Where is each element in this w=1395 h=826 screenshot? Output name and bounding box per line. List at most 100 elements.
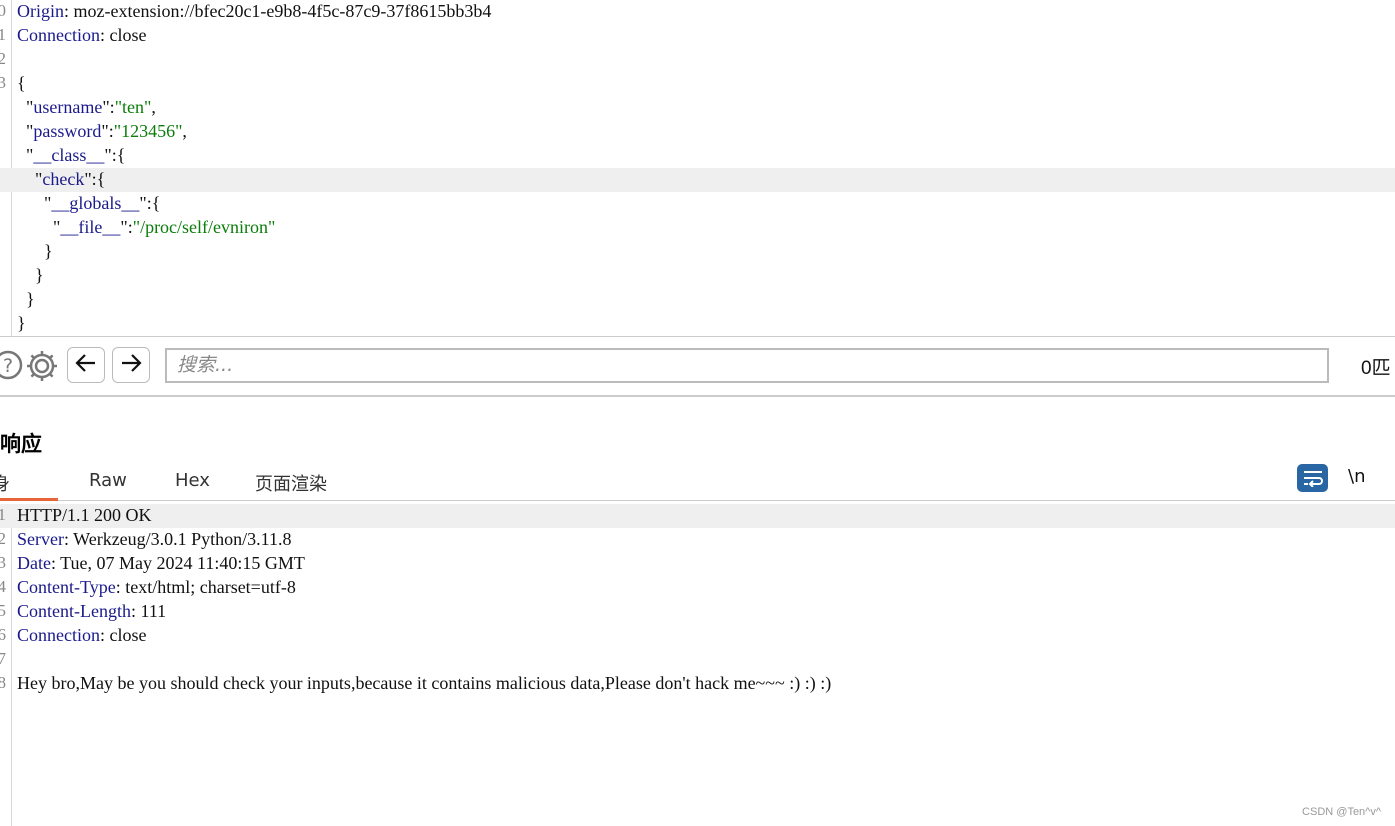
text-token: }: [17, 313, 26, 333]
match-count: 0匹: [1361, 358, 1391, 379]
code-line: }: [0, 240, 1395, 264]
line-content: "username":"ten",: [17, 96, 156, 118]
key-token: Content-Type: [17, 577, 116, 597]
text-token: }: [17, 241, 53, 261]
line-content: Server: Werkzeug/3.0.1 Python/3.11.8: [17, 528, 292, 550]
text-token: HTTP/1.1 200 OK: [17, 505, 152, 525]
watermark: CSDN @Ten^v^: [1302, 806, 1381, 818]
code-line: }: [0, 288, 1395, 312]
line-number: 4: [0, 577, 6, 596]
line-number: 2: [0, 529, 6, 548]
line-number: 5: [0, 601, 6, 620]
code-line: "__file__":"/proc/self/evniron": [0, 216, 1395, 240]
code-line: "__globals__":{: [0, 192, 1395, 216]
text-token: {: [17, 73, 26, 93]
tab-hex[interactable]: Hex: [175, 470, 210, 491]
text-token: ":{: [104, 145, 126, 165]
help-icon[interactable]: ?: [0, 349, 24, 386]
code-line: 0 Origin: moz-extension://bfec20c1-e9b8-4…: [0, 0, 1395, 24]
code-line: "__class__":{: [0, 144, 1395, 168]
text-token: ":{: [84, 169, 106, 189]
line-number: 1: [0, 25, 6, 44]
code-line: 1 Connection: close: [0, 24, 1395, 48]
text-token: : close: [100, 625, 147, 645]
line-content: "__file__":"/proc/self/evniron": [17, 216, 275, 238]
string-token: "/proc/self/evniron": [132, 217, 276, 237]
tab-render[interactable]: 页面渲染: [255, 470, 327, 496]
key-token: Server: [17, 529, 64, 549]
newline-toggle[interactable]: \n: [1348, 466, 1365, 487]
word-wrap-button[interactable]: [1297, 464, 1328, 492]
string-token: "123456": [113, 121, 183, 141]
key-token: username: [33, 97, 103, 117]
key-token: __file__: [60, 217, 121, 237]
previous-match-button[interactable]: [67, 347, 105, 383]
text-token: : moz-extension://bfec20c1-e9b8-4f5c-87c…: [64, 1, 492, 21]
request-editor[interactable]: 0 Origin: moz-extension://bfec20c1-e9b8-4…: [0, 0, 1395, 336]
settings-gear-icon[interactable]: [24, 348, 60, 389]
line-content: Content-Type: text/html; charset=utf-8: [17, 576, 296, 598]
line-number: 1: [0, 505, 6, 524]
code-line: 5 Content-Length: 111: [0, 600, 1395, 624]
line-content: Content-Length: 111: [17, 600, 166, 622]
key-token: password: [33, 121, 102, 141]
text-token: : Tue, 07 May 2024 11:40:15 GMT: [50, 553, 305, 573]
tab-pretty[interactable]: 身: [0, 470, 58, 501]
next-match-button[interactable]: [112, 347, 150, 383]
key-token: check: [42, 169, 85, 189]
text-token: ":: [101, 121, 114, 141]
code-line: "check":{: [0, 168, 1395, 192]
text-token: : Werkzeug/3.0.1 Python/3.11.8: [63, 529, 292, 549]
line-number: 0: [0, 1, 6, 20]
response-editor[interactable]: 1 HTTP/1.1 200 OK 2 Server: Werkzeug/3.0.1 …: [0, 504, 1395, 826]
search-toolbar: ? 搜索... 0匹: [0, 336, 1395, 397]
line-content: Connection: close: [17, 624, 147, 646]
line-content: {: [17, 72, 26, 94]
text-token: ": [17, 193, 52, 213]
code-line: 8 Hey bro,May be you should check your in…: [0, 672, 1395, 696]
more-icon[interactable]: ⋮: [1390, 470, 1395, 490]
line-content: }: [17, 240, 53, 262]
code-line: "password":"123456",: [0, 120, 1395, 144]
code-line: 3 Date: Tue, 07 May 2024 11:40:15 GMT: [0, 552, 1395, 576]
line-content: Hey bro,May be you should check your inp…: [17, 672, 831, 694]
key-token: __class__: [33, 145, 105, 165]
line-number: 8: [0, 673, 6, 692]
line-content: "__globals__":{: [17, 192, 160, 214]
key-token: Connection: [17, 625, 100, 645]
code-line: 3{: [0, 72, 1395, 96]
key-token: Date: [17, 553, 51, 573]
text-token: }: [17, 289, 35, 309]
text-token: }: [17, 265, 44, 285]
key-token: Connection: [17, 25, 100, 45]
code-line: 7: [0, 648, 1395, 672]
key-token: __globals__: [51, 193, 140, 213]
line-content: Origin: moz-extension://bfec20c1-e9b8-4f…: [17, 0, 491, 22]
text-token: ": [17, 121, 34, 141]
code-line: "username":"ten",: [0, 96, 1395, 120]
text-token: ":: [120, 217, 133, 237]
tab-raw[interactable]: Raw: [89, 470, 127, 491]
code-line: 6 Connection: close: [0, 624, 1395, 648]
key-token: Origin: [17, 1, 64, 21]
search-input[interactable]: 搜索...: [165, 348, 1329, 383]
line-content: "password":"123456",: [17, 120, 187, 142]
text-token: ": [17, 145, 34, 165]
code-line: 4 Content-Type: text/html; charset=utf-8: [0, 576, 1395, 600]
code-line: }: [0, 312, 1395, 336]
key-token: Content-Length: [17, 601, 131, 621]
svg-text:?: ?: [3, 355, 13, 377]
text-token: : text/html; charset=utf-8: [115, 577, 296, 597]
text-token: ": [17, 217, 61, 237]
code-line: }: [0, 264, 1395, 288]
text-token: : 111: [130, 601, 167, 621]
response-tabs: 身 Raw Hex 页面渲染 \n ⋮: [0, 462, 1395, 501]
line-number: 2: [0, 49, 6, 68]
text-token: ": [17, 97, 34, 117]
string-token: "ten": [114, 97, 152, 117]
line-number: 3: [0, 73, 6, 92]
arrow-left-icon: [75, 352, 97, 379]
text-token: ,: [151, 97, 156, 117]
arrow-right-icon: [120, 352, 142, 379]
line-content: "check":{: [17, 168, 105, 190]
